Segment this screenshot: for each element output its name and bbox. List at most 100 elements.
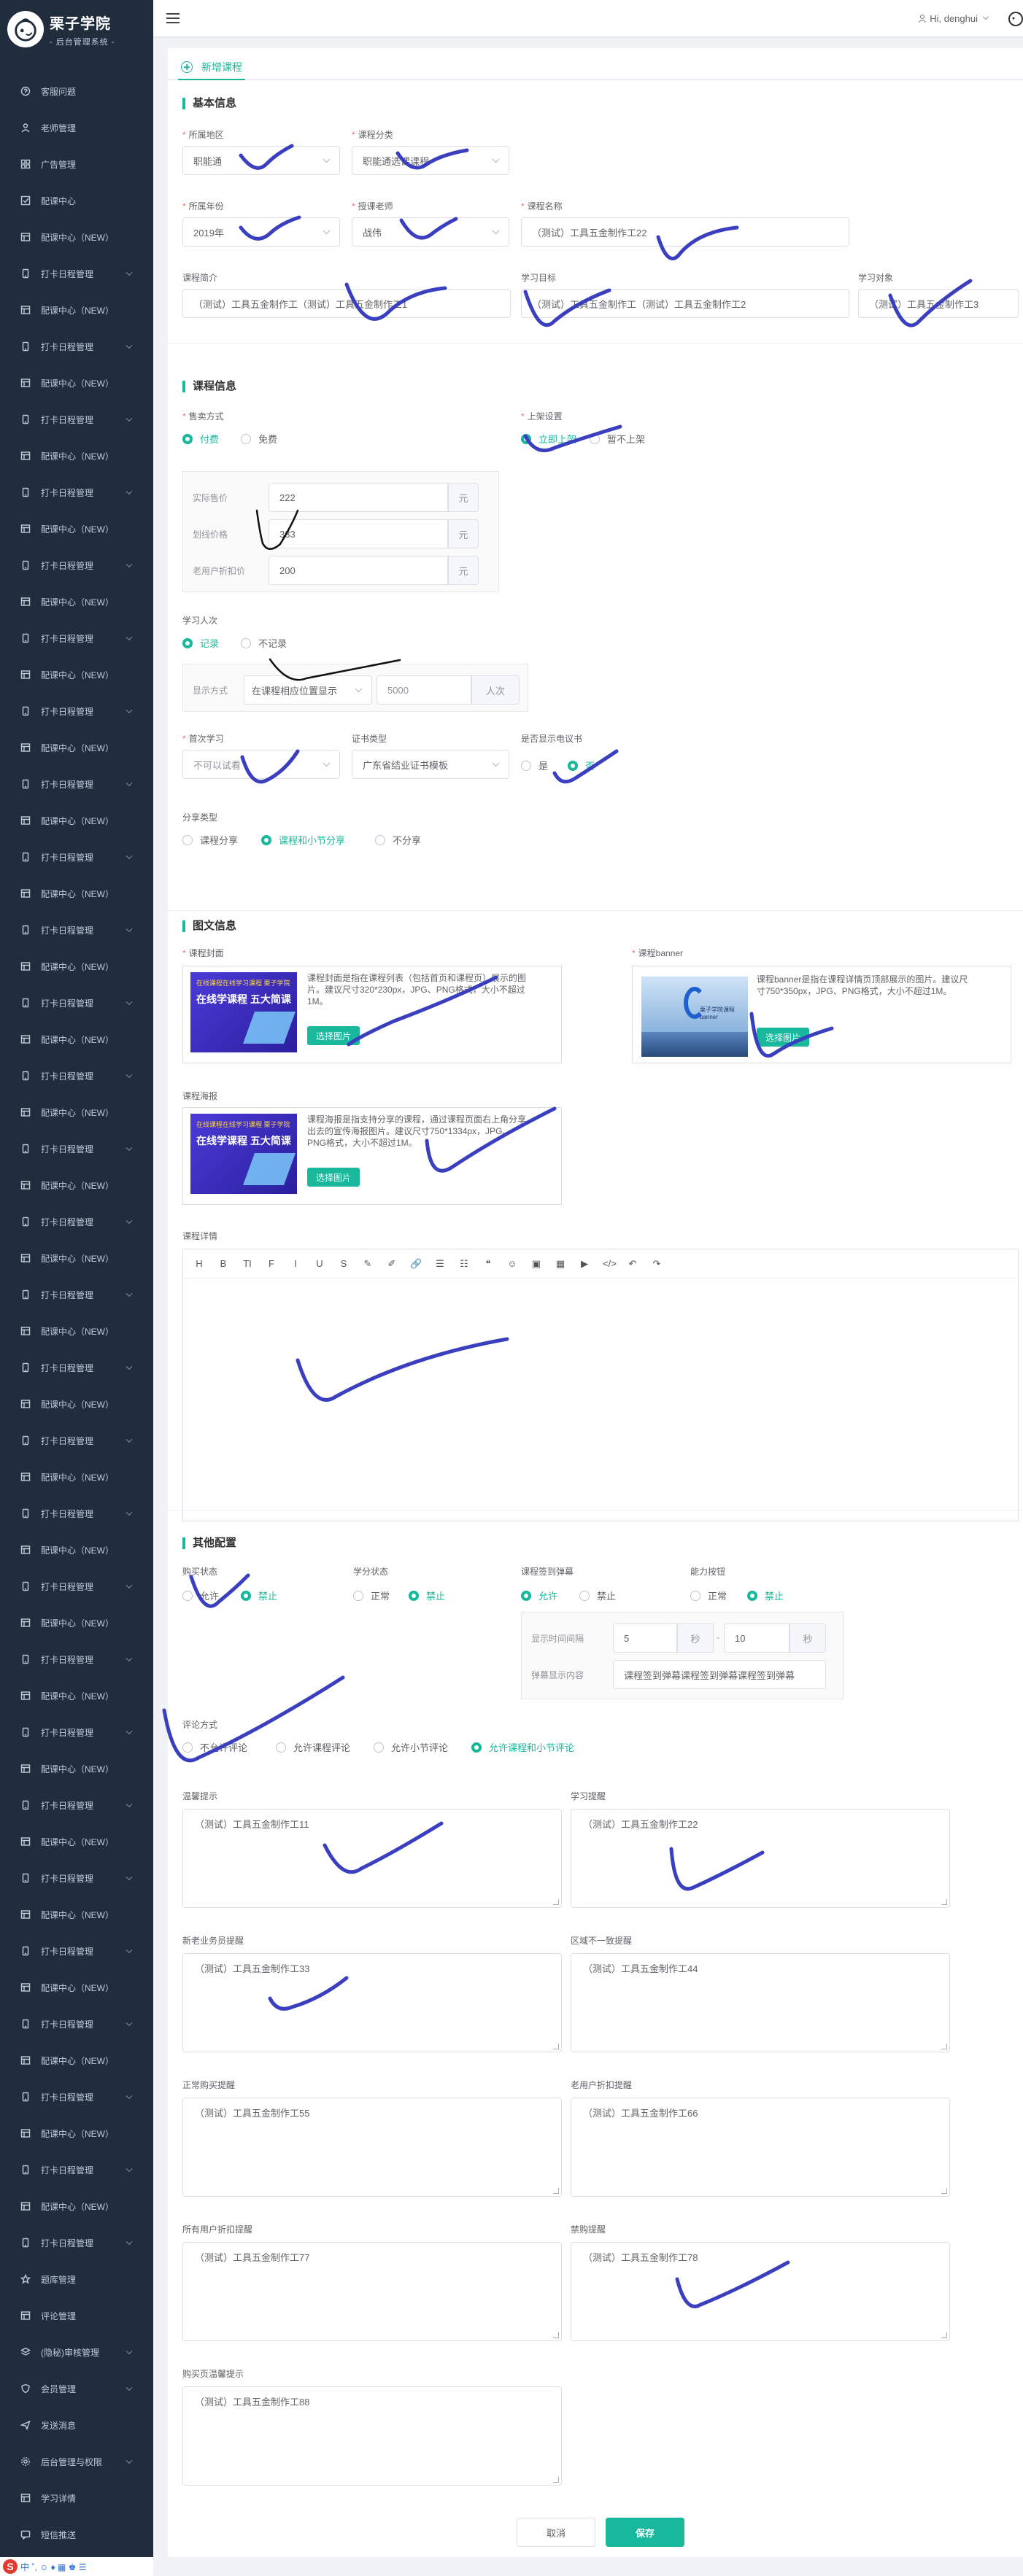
tip-textarea[interactable]: （测试）工具五金制作工55 (182, 2098, 562, 2197)
editor-tool-button[interactable]: ▦ (555, 1258, 566, 1270)
tip-textarea[interactable]: （测试）工具五金制作工77 (182, 2242, 562, 2341)
sidebar-item[interactable]: 打卡日程管理 (0, 1641, 153, 1677)
sidebar-item[interactable]: 打卡日程管理 (0, 474, 153, 511)
sidebar-item[interactable]: 广告管理 (0, 146, 153, 182)
count-input[interactable]: 5000 (377, 675, 471, 705)
sidebar-item[interactable]: 配课中心（NEW） (0, 1969, 153, 2006)
sidebar-item[interactable]: 配课中心（NEW） (0, 2115, 153, 2152)
comment-none-radio[interactable]: 不允许评论 (182, 1740, 247, 1754)
course-name-input[interactable]: （测试）工具五金制作工22 (521, 217, 849, 247)
tip-textarea[interactable]: （测试）工具五金制作工44 (571, 1953, 950, 2052)
sidebar-item[interactable]: 打卡日程管理 (0, 1933, 153, 1969)
count-norecord-radio[interactable]: 不记录 (241, 636, 287, 650)
banner-pick-button[interactable]: 选择图片 (757, 1028, 810, 1047)
sidebar-item[interactable]: (隐秘)审核管理 (0, 2334, 153, 2370)
sidebar-item[interactable]: 打卡日程管理 (0, 2079, 153, 2115)
sidebar-item[interactable]: 老师管理 (0, 109, 153, 146)
comment-section-radio[interactable]: 允许小节评论 (374, 1740, 448, 1754)
resize-grip-icon[interactable] (553, 2332, 559, 2338)
sidebar-item[interactable]: 打卡日程管理 (0, 1058, 153, 1094)
sidebar-item[interactable]: 打卡日程管理 (0, 1714, 153, 1750)
sidebar-item[interactable]: 配课中心（NEW） (0, 2188, 153, 2224)
sidebar-item[interactable]: 打卡日程管理 (0, 766, 153, 802)
resize-grip-icon[interactable] (553, 1899, 559, 1905)
resize-grip-icon[interactable] (941, 1899, 947, 1905)
cover-pick-button[interactable]: 选择图片 (307, 1026, 360, 1045)
sidebar-item[interactable]: 配课中心（NEW） (0, 583, 153, 620)
sidebar-item[interactable]: 配课中心（NEW） (0, 1386, 153, 1422)
sidebar-item[interactable]: 配课中心（NEW） (0, 365, 153, 401)
sidebar-item[interactable]: 打卡日程管理 (0, 1130, 153, 1167)
sidebar-item[interactable]: 学习详情 (0, 2480, 153, 2516)
sidebar-item[interactable]: 后台管理与权限 (0, 2443, 153, 2480)
brand[interactable]: 栗子学院 - 后台管理系统 - (0, 0, 153, 58)
sidebar-item[interactable]: 打卡日程管理 (0, 1495, 153, 1532)
sidebar-item[interactable]: 配课中心（NEW） (0, 948, 153, 985)
editor-tool-button[interactable]: ✎ (362, 1258, 374, 1270)
teacher-select[interactable]: 战伟 (352, 217, 509, 247)
editor-tool-button[interactable]: TI (242, 1258, 253, 1269)
sidebar-item[interactable]: 发送消息 (0, 2407, 153, 2443)
cancel-button[interactable]: 取消 (517, 2518, 595, 2547)
editor-tool-button[interactable]: ☷ (458, 1258, 470, 1270)
ability-normal-radio[interactable]: 正常 (690, 1588, 727, 1602)
show-cert-no-radio[interactable]: 否 (568, 759, 595, 772)
sidebar-item[interactable]: 配课中心（NEW） (0, 1750, 153, 1787)
share-both-radio[interactable]: 课程和小节分享 (261, 833, 345, 847)
cert-select[interactable]: 广东省结业证书模板 (352, 750, 509, 779)
editor-tool-button[interactable]: ☰ (434, 1258, 446, 1270)
sidebar-item[interactable]: 短信推送 (0, 2516, 153, 2553)
editor-tool-button[interactable]: B (217, 1258, 229, 1269)
sidebar-item[interactable]: 打卡日程管理 (0, 2224, 153, 2261)
resize-grip-icon[interactable] (941, 2044, 947, 2049)
sidebar-item[interactable]: 配课中心（NEW） (0, 1823, 153, 1860)
barrage-forbid-radio[interactable]: 禁止 (579, 1588, 616, 1602)
actual-price-input[interactable]: 222 (269, 483, 448, 512)
editor-tool-button[interactable]: ↶ (627, 1258, 638, 1270)
comment-course-radio[interactable]: 允许课程评论 (276, 1740, 350, 1754)
category-select[interactable]: 职能通选课课程 (352, 146, 509, 175)
interval-from-input[interactable]: 5 (613, 1623, 677, 1653)
sidebar-item[interactable]: 打卡日程管理 (0, 985, 153, 1021)
ability-forbid-radio[interactable]: 禁止 (747, 1588, 784, 1602)
sidebar-item[interactable]: 打卡日程管理 (0, 1568, 153, 1605)
editor-tool-button[interactable]: </> (603, 1258, 617, 1269)
sidebar-item[interactable]: 配课中心（NEW） (0, 1240, 153, 1276)
interval-to-input[interactable]: 10 (724, 1623, 790, 1653)
sidebar-item[interactable]: 配课中心（NEW） (0, 1313, 153, 1349)
sale-paid-radio[interactable]: 付费 (182, 432, 219, 446)
tip-textarea[interactable]: （测试）工具五金制作工33 (182, 1953, 562, 2052)
sidebar-item[interactable]: 打卡日程管理 (0, 328, 153, 365)
tip-textarea[interactable]: （测试）工具五金制作工11 (182, 1809, 562, 1908)
tip-textarea[interactable]: （测试）工具五金制作工78 (571, 2242, 950, 2341)
editor-tool-button[interactable]: ▶ (579, 1258, 590, 1270)
sidebar-item[interactable]: 打卡日程管理 (0, 2006, 153, 2042)
tip-textarea[interactable]: （测试）工具五金制作工66 (571, 2098, 950, 2197)
credit-forbid-radio[interactable]: 禁止 (409, 1588, 445, 1602)
sidebar-item[interactable]: 打卡日程管理 (0, 1422, 153, 1459)
sidebar-item[interactable]: 配课中心（NEW） (0, 1167, 153, 1203)
shelf-later-radio[interactable]: 暂不上架 (590, 432, 645, 446)
share-none-radio[interactable]: 不分享 (375, 833, 421, 847)
resize-grip-icon[interactable] (553, 2477, 559, 2483)
editor-tool-button[interactable]: ↷ (651, 1258, 663, 1270)
sidebar-item[interactable]: 评论管理 (0, 2297, 153, 2334)
sidebar-item[interactable]: 打卡日程管理 (0, 2152, 153, 2188)
sidebar-item[interactable]: 配课中心（NEW） (0, 729, 153, 766)
count-record-radio[interactable]: 记录 (182, 636, 219, 650)
sidebar-item[interactable]: 打卡日程管理 (0, 547, 153, 583)
buy-forbid-radio[interactable]: 禁止 (241, 1588, 277, 1602)
tip-textarea[interactable]: （测试）工具五金制作工88 (182, 2386, 562, 2486)
sidebar-item[interactable]: 题库管理 (0, 2261, 153, 2297)
intro-input[interactable]: （测试）工具五金制作工（测试）工具五金制作工1 (182, 289, 511, 318)
editor-tool-button[interactable]: ▣ (530, 1258, 542, 1270)
sidebar-item[interactable]: 配课中心（NEW） (0, 1605, 153, 1641)
sidebar-item[interactable]: 打卡日程管理 (0, 620, 153, 656)
old-user-price-input[interactable]: 200 (269, 556, 448, 585)
resize-grip-icon[interactable] (941, 2332, 947, 2338)
editor-tool-button[interactable]: ❝ (482, 1258, 494, 1270)
sidebar-item[interactable]: 打卡日程管理 (0, 693, 153, 729)
sidebar-item[interactable]: 打卡日程管理 (0, 255, 153, 292)
resize-grip-icon[interactable] (553, 2044, 559, 2049)
sidebar-item[interactable]: 配课中心（NEW） (0, 656, 153, 693)
